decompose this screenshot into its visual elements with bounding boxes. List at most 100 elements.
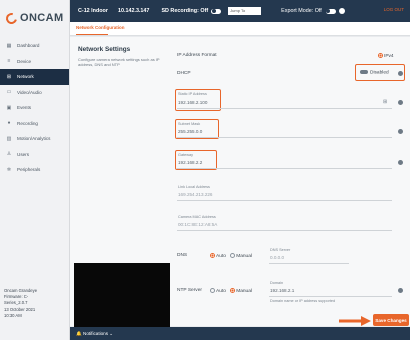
notifications-label: Notifications — [83, 331, 109, 336]
export-mode-toggle[interactable] — [325, 8, 336, 14]
jump-to-select[interactable]: Jump To — [228, 7, 262, 15]
gateway-label: Gateway — [178, 153, 193, 157]
sidebar-item-events[interactable]: ▣ Events — [0, 100, 69, 116]
tab-underline — [76, 33, 108, 35]
camera-mac-value: 00:1C:8E:12:A8:5A — [178, 222, 218, 227]
section-description: Configure camera network settings such a… — [78, 57, 160, 68]
sd-recording-label: SD Recording: Off — [161, 8, 209, 14]
sidebar-item-dashboard[interactable]: ▦ Dashboard — [0, 38, 69, 54]
subnet-label: Subnet Mask — [178, 122, 201, 126]
motion-icon: ▥ — [6, 135, 12, 142]
sidebar-item-label: Video/Audio — [17, 89, 42, 95]
ip-format-option[interactable]: IPv4 — [378, 53, 394, 59]
sidebar-item-network[interactable]: ⊞ Network — [0, 69, 69, 85]
dns-manual-radio[interactable] — [230, 253, 236, 258]
info-icon[interactable] — [338, 8, 345, 14]
subtab-bar: Network Configuration — [70, 22, 410, 36]
sd-recording-toggle[interactable] — [211, 8, 222, 14]
sidebar-item-label: Events — [17, 105, 32, 111]
ip-format-label: IP Address Format — [177, 53, 217, 58]
oncam-logo-icon — [3, 10, 20, 26]
logout-button[interactable]: LOG OUT — [384, 7, 404, 12]
video-preview[interactable] — [74, 263, 170, 328]
static-ip-info-icon[interactable] — [398, 100, 403, 105]
sidebar-item-label: Motion/Analytics — [17, 136, 51, 142]
sidebar-item-label: Device — [17, 58, 32, 64]
dhcp-value: Disabled — [370, 70, 389, 76]
dns-auto-label: Auto — [216, 253, 226, 259]
oncam-logo[interactable]: ONCAM — [0, 0, 69, 36]
sidebar-item-label: Network — [17, 74, 34, 80]
gear-icon: ✲ — [6, 166, 12, 173]
sidebar-item-video-audio[interactable]: ▭ Video/Audio — [0, 85, 69, 101]
dhcp-label: DHCP — [177, 71, 191, 76]
grid-icon: ▦ — [6, 42, 12, 49]
export-mode-label: Export Mode: Off — [281, 8, 322, 14]
dhcp-info-icon[interactable] — [398, 71, 403, 76]
sidebar-item-label: Peripherals — [17, 167, 41, 173]
logo-text: ONCAM — [20, 12, 64, 24]
film-icon: ▭ — [6, 89, 12, 96]
camera-ip: 10.142.3.147 — [117, 8, 150, 14]
ntp-auto-label: Auto — [216, 288, 226, 294]
tab-network-configuration[interactable]: Network Configuration — [76, 25, 125, 30]
grid-icon[interactable]: ⊞ — [383, 99, 387, 105]
ntp-domain-input[interactable]: 192.168.2.1 — [270, 288, 294, 293]
sidebar-item-device[interactable]: ≡ Device — [0, 54, 69, 70]
system-info: Oncam Grandeye Firmware: C- Series_2.0.7… — [4, 288, 37, 319]
sidebar-item-users[interactable]: ♙ Users — [0, 147, 69, 163]
ntp-info-icon[interactable] — [398, 288, 403, 293]
ntp-manual-label: Manual — [236, 288, 252, 294]
link-local-label: Link Local Address — [178, 185, 210, 189]
camera-name: C-12 Indoor — [78, 8, 108, 14]
gateway-info-icon[interactable] — [398, 160, 403, 165]
ntp-domain-underline — [269, 296, 392, 297]
system-info-line: 10:30 AM — [4, 312, 22, 318]
ntp-label: NTP Server — [177, 288, 202, 293]
subnet-underline — [177, 137, 392, 138]
subnet-input[interactable]: 255.255.0.0 — [178, 129, 202, 134]
sidebar-item-label: Dashboard — [17, 43, 40, 49]
calendar-icon: ▣ — [6, 104, 12, 111]
gateway-input[interactable]: 192.168.2.2 — [178, 160, 202, 165]
sidebar: ONCAM ▦ Dashboard ≡ Device ⊞ Network ▭ V… — [0, 0, 70, 340]
gateway-underline — [177, 168, 392, 169]
static-ip-label: Static IP Address — [178, 92, 207, 96]
app-window: ONCAM ▦ Dashboard ≡ Device ⊞ Network ▭ V… — [0, 0, 410, 340]
ipv4-label: IPv4 — [384, 53, 394, 59]
static-ip-input[interactable]: 192.168.2.100 — [178, 100, 207, 105]
camera-mac-label: Camera MAC Address — [178, 215, 216, 219]
sidebar-item-label: Users — [17, 151, 29, 157]
ntp-domain-helper: Domain name or IP address supported — [270, 299, 336, 303]
record-icon: ● — [7, 120, 11, 127]
notifications-toggle[interactable]: 🔔 Notifications ⌄ — [76, 331, 113, 337]
user-icon: ♙ — [6, 151, 12, 158]
save-changes-button[interactable]: Save Changes — [373, 314, 409, 326]
link-local-value: 169.254.213.226 — [178, 192, 213, 197]
static-ip-underline — [177, 108, 392, 109]
dns-server-input[interactable]: 0.0.0.0 — [270, 255, 284, 260]
system-info-line: 13 October 2021 — [4, 306, 36, 312]
top-bar: C-12 Indoor 10.142.3.147 SD Recording: O… — [70, 0, 410, 22]
arrow-right-icon — [339, 316, 371, 326]
sidebar-item-peripherals[interactable]: ✲ Peripherals — [0, 162, 69, 178]
ipv4-radio[interactable] — [378, 53, 383, 58]
ntp-manual-radio[interactable] — [230, 288, 236, 293]
dns-label: DNS — [177, 253, 188, 258]
sidebar-item-label: Recording — [17, 120, 38, 126]
dns-manual-label: Manual — [236, 253, 252, 259]
ntp-domain-label: Domain — [270, 281, 284, 285]
dhcp-toggle[interactable]: Disabled — [360, 70, 389, 75]
subnet-info-icon[interactable] — [398, 129, 403, 134]
link-local-underline — [177, 200, 392, 201]
dns-auto-radio[interactable] — [210, 253, 215, 258]
camera-mac-underline — [177, 230, 392, 231]
sidebar-item-recording[interactable]: ● Recording — [0, 116, 69, 132]
dns-server-underline — [269, 263, 349, 264]
sidebar-item-motion-analytics[interactable]: ▥ Motion/Analytics — [0, 131, 69, 147]
sidebar-nav: ▦ Dashboard ≡ Device ⊞ Network ▭ Video/A… — [0, 38, 69, 178]
dhcp-switch[interactable] — [360, 70, 368, 74]
network-icon: ⊞ — [6, 73, 12, 80]
ntp-auto-radio[interactable] — [210, 288, 215, 293]
section-intro: Network Settings Configure camera networ… — [78, 46, 160, 68]
